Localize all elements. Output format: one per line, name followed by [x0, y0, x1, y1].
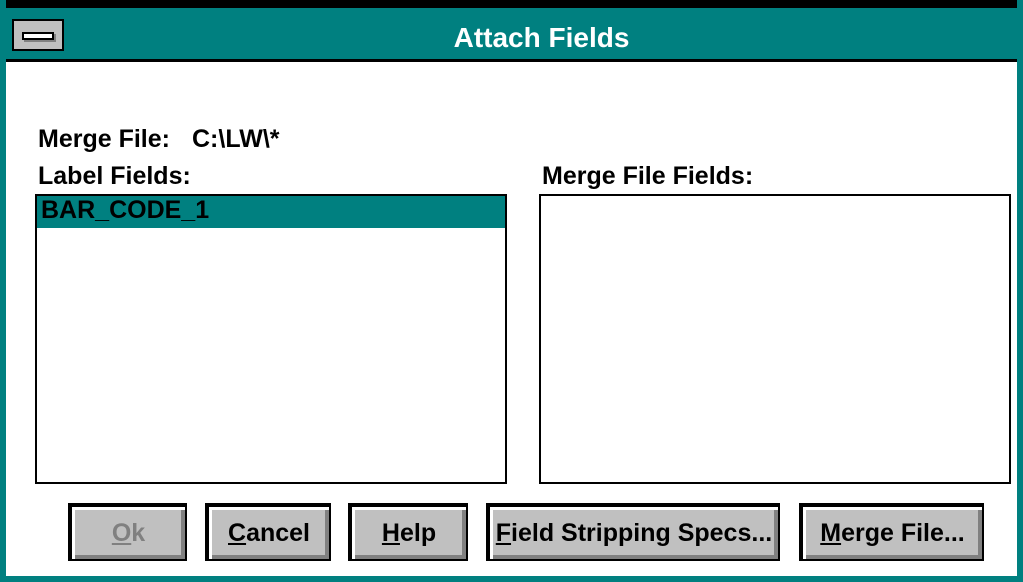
- label-fields-heading: Label Fields:: [38, 162, 191, 190]
- system-menu-bar-glyph: [22, 32, 54, 40]
- merge-file-path: C:\LW\*: [192, 125, 280, 153]
- ok-button[interactable]: Ok: [68, 503, 187, 561]
- merge-file-button[interactable]: Merge File...: [799, 503, 984, 561]
- help-mnemonic: H: [381, 519, 400, 547]
- ok-label-rest: k: [131, 519, 146, 547]
- title-bar[interactable]: Attach Fields: [6, 0, 1017, 62]
- field-stripping-mnemonic: F: [495, 519, 512, 547]
- help-button[interactable]: Help: [348, 503, 468, 561]
- label-fields-listbox[interactable]: BAR_CODE_1: [35, 194, 507, 484]
- merge-file-fields-heading: Merge File Fields:: [542, 162, 754, 190]
- merge-file-mnemonic: M: [820, 519, 842, 547]
- merge-file-label: Merge File:: [38, 125, 170, 153]
- list-item[interactable]: BAR_CODE_1: [37, 196, 505, 228]
- ok-mnemonic: O: [111, 519, 132, 547]
- attach-fields-dialog: Attach Fields Merge File: C:\LW\* Label …: [0, 0, 1023, 582]
- field-stripping-specs-button[interactable]: Field Stripping Specs...: [486, 503, 780, 561]
- system-menu-icon[interactable]: [12, 19, 64, 51]
- field-stripping-label-rest: ield Stripping Specs...: [511, 519, 773, 547]
- merge-file-label-rest: erge File...: [841, 519, 965, 547]
- cancel-mnemonic: C: [228, 519, 247, 547]
- cancel-button[interactable]: Cancel: [205, 503, 331, 561]
- dialog-title: Attach Fields: [453, 22, 630, 53]
- help-label-rest: elp: [399, 519, 437, 547]
- merge-file-fields-listbox[interactable]: [539, 194, 1011, 484]
- cancel-label-rest: ancel: [246, 519, 310, 547]
